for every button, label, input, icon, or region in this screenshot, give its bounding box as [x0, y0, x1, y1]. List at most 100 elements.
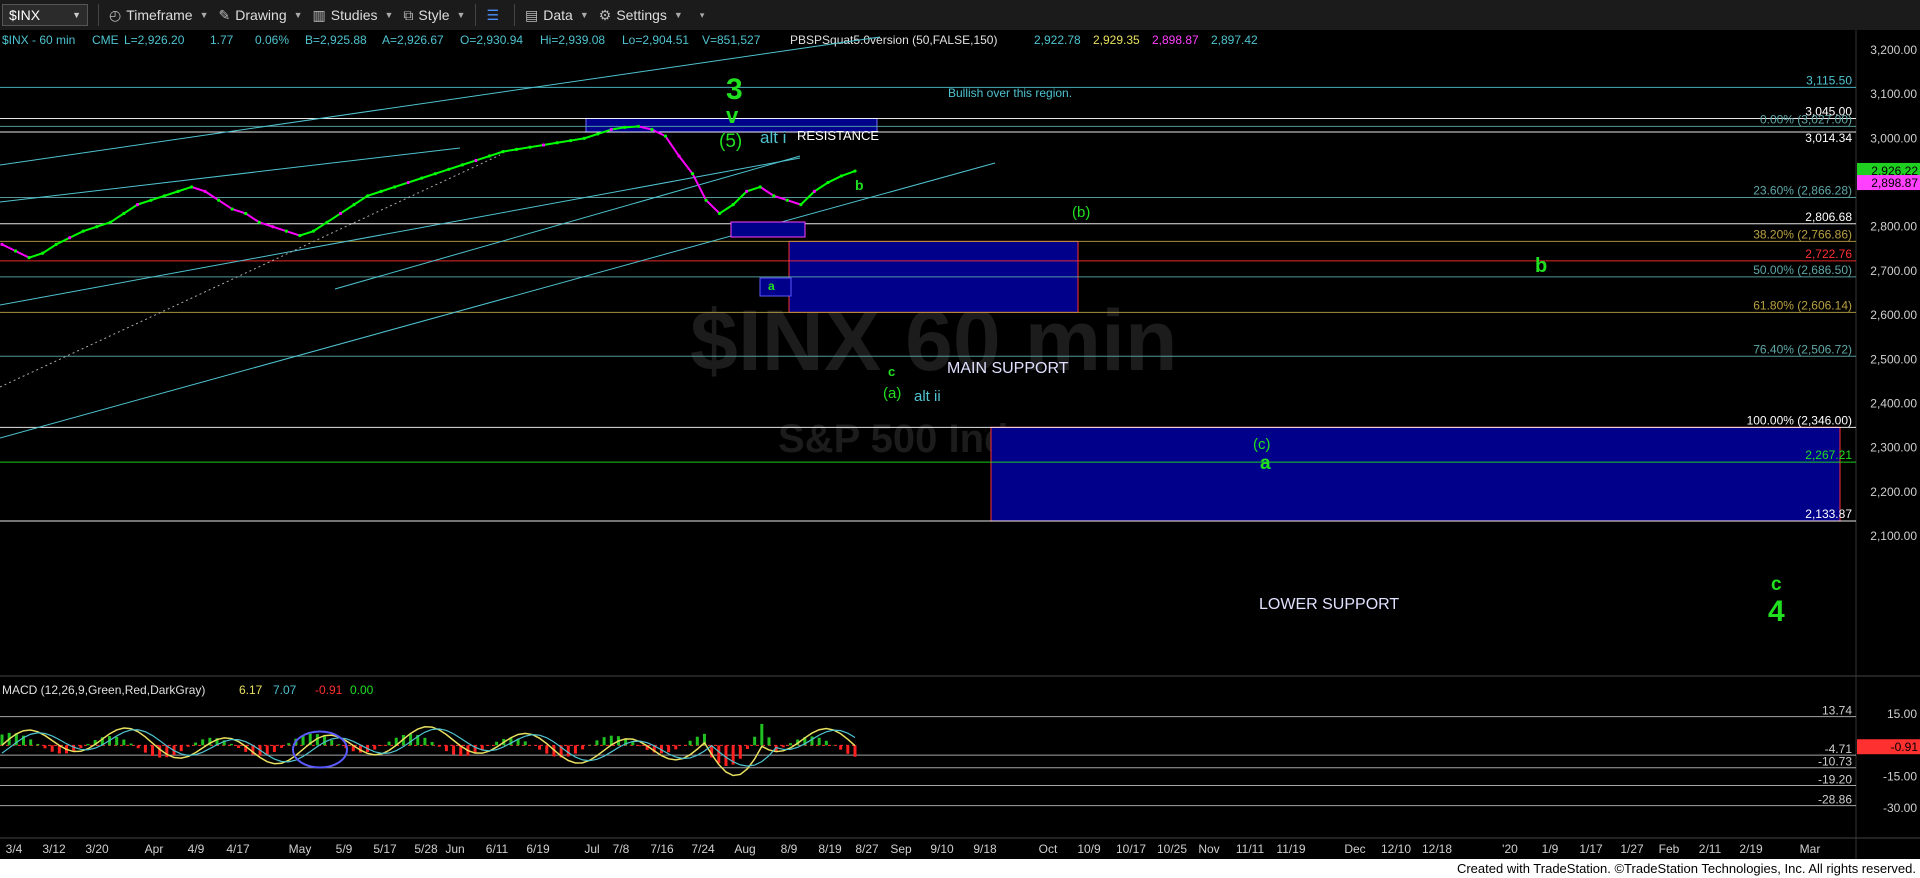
last-price: L=2,926.20 [124, 33, 185, 47]
low-price: Lo=2,904.51 [622, 33, 689, 47]
settings-button[interactable]: ⚙ Settings ▼ [599, 7, 683, 24]
time-axis-tick: 8/19 [818, 842, 842, 856]
data-button[interactable]: ▤ Data ▼ [525, 7, 589, 24]
caret-down-icon: ▼ [293, 10, 303, 20]
caret-down-icon: ▼ [673, 10, 683, 20]
time-axis-tick: 2/11 [1699, 842, 1722, 856]
price-point [460, 163, 464, 167]
high-price: Hi=2,939.08 [540, 33, 605, 47]
timeframe-label: Timeframe [126, 7, 193, 23]
price-point [514, 147, 519, 152]
price-point [54, 242, 58, 246]
price-axis-tick: 3,200.00 [1870, 43, 1917, 57]
price-point [406, 180, 410, 185]
study-name: PBSPSquat5.0version (50,FALSE,150) [790, 33, 997, 47]
caret-down-icon: ▼ [579, 10, 589, 20]
time-axis-tick: Nov [1198, 842, 1219, 856]
chart-canvas[interactable]: $INX - 60 min CME L=2,926.20 1.77 0.06% … [0, 30, 1920, 859]
time-axis-tick: Jul [584, 842, 599, 856]
gear-icon: ⚙ [598, 6, 612, 23]
price-point [569, 138, 573, 143]
price-point [81, 229, 85, 233]
wave-label-alt-i: alt i [760, 128, 786, 147]
price-point [338, 211, 343, 216]
more-button[interactable]: ▾ [693, 10, 705, 21]
time-axis-tick: 3/12 [42, 842, 66, 856]
price-point [122, 211, 126, 216]
price-point [108, 220, 112, 224]
time-axis-tick: Feb [1659, 842, 1680, 856]
price-point [447, 167, 451, 171]
minor-zone [730, 221, 806, 238]
price-point [663, 134, 668, 138]
price-point [528, 145, 532, 149]
price-axis-tick: 2,500.00 [1870, 352, 1917, 366]
studies-icon: ▥ [312, 6, 326, 23]
wave-label-c: c [1771, 574, 1782, 595]
time-axis-tick: Mar [1800, 842, 1821, 856]
price-point [217, 198, 221, 202]
price-point [731, 203, 735, 207]
price-point [609, 127, 613, 132]
price-point [582, 136, 586, 140]
studies-button[interactable]: ▥ Studies ▼ [313, 7, 394, 24]
wave-label-c-paren: (c) [1253, 436, 1271, 453]
time-axis-tick: 10/17 [1116, 842, 1146, 856]
price-point [0, 242, 4, 246]
style-button[interactable]: ⧉ Style ▼ [403, 7, 465, 24]
level-label: 38.20% (2,766.86) [1753, 227, 1852, 241]
price-point [826, 180, 830, 185]
macd-signal-value: 7.07 [273, 683, 297, 697]
time-axis-tick: Aug [734, 842, 755, 856]
price-point [541, 143, 546, 147]
settings-label: Settings [616, 7, 667, 23]
time-axis-tick: 3/20 [85, 842, 109, 856]
price-point [271, 225, 275, 229]
drawing-label: Drawing [235, 7, 287, 23]
wave-label-a: a [768, 279, 775, 293]
wave-label-a-paren: (a) [883, 385, 901, 402]
net-change: 1.77 [210, 33, 234, 47]
wave-label-b: b [1535, 255, 1547, 277]
price-point [311, 229, 316, 233]
support-zone [990, 426, 1841, 522]
macd-value: 6.17 [239, 683, 263, 697]
layout-button[interactable]: ☰ [486, 7, 504, 24]
price-point [325, 220, 329, 224]
macd-level-label: -28.86 [1818, 793, 1852, 807]
level-label: 2,806.68 [1805, 210, 1852, 224]
price-point [284, 229, 288, 233]
level-label: 100.00% (2,346.00) [1747, 413, 1852, 427]
drawing-button[interactable]: ✎ Drawing ▼ [219, 7, 303, 24]
price-point [853, 169, 857, 173]
time-axis-tick: Apr [145, 842, 164, 856]
time-axis-tick: 9/10 [930, 842, 954, 856]
time-axis-tick: 5/9 [336, 842, 353, 856]
caret-down-icon: ▾ [699, 9, 705, 20]
symbol-selector[interactable]: $INX ▼ [2, 4, 88, 26]
wave-label-alt-ii: alt ii [914, 388, 941, 405]
exchange-label: CME [92, 33, 119, 47]
studies-label: Studies [330, 7, 378, 23]
toolbar-separator [475, 4, 477, 26]
macd-axis-tick: 15.00 [1887, 707, 1917, 721]
timeframe-button[interactable]: ◴ Timeframe ▼ [109, 7, 209, 24]
wave-label-b: b [855, 177, 864, 193]
price-axis-tick: 2,100.00 [1870, 529, 1917, 543]
time-axis-tick: 12/18 [1422, 842, 1452, 856]
time-axis-tick: 8/27 [855, 842, 879, 856]
study-value: 2,929.35 [1093, 33, 1140, 47]
price-point [189, 185, 194, 189]
time-axis-tick: Dec [1344, 842, 1365, 856]
price-segment [624, 125, 639, 129]
macd-axis-tick: -15.00 [1883, 770, 1917, 784]
resistance-label: RESISTANCE [797, 128, 879, 143]
level-label: 0.00% (3,027.00) [1760, 112, 1852, 126]
price-point [41, 251, 45, 255]
time-axis-tick: 2/19 [1739, 842, 1763, 856]
study-value: 2,898.87 [1152, 33, 1199, 47]
price-axis-tick: 2,700.00 [1870, 264, 1917, 278]
annotation-bullish: Bullish over this region. [948, 86, 1072, 100]
price-point [393, 185, 397, 189]
price-point [352, 203, 356, 207]
